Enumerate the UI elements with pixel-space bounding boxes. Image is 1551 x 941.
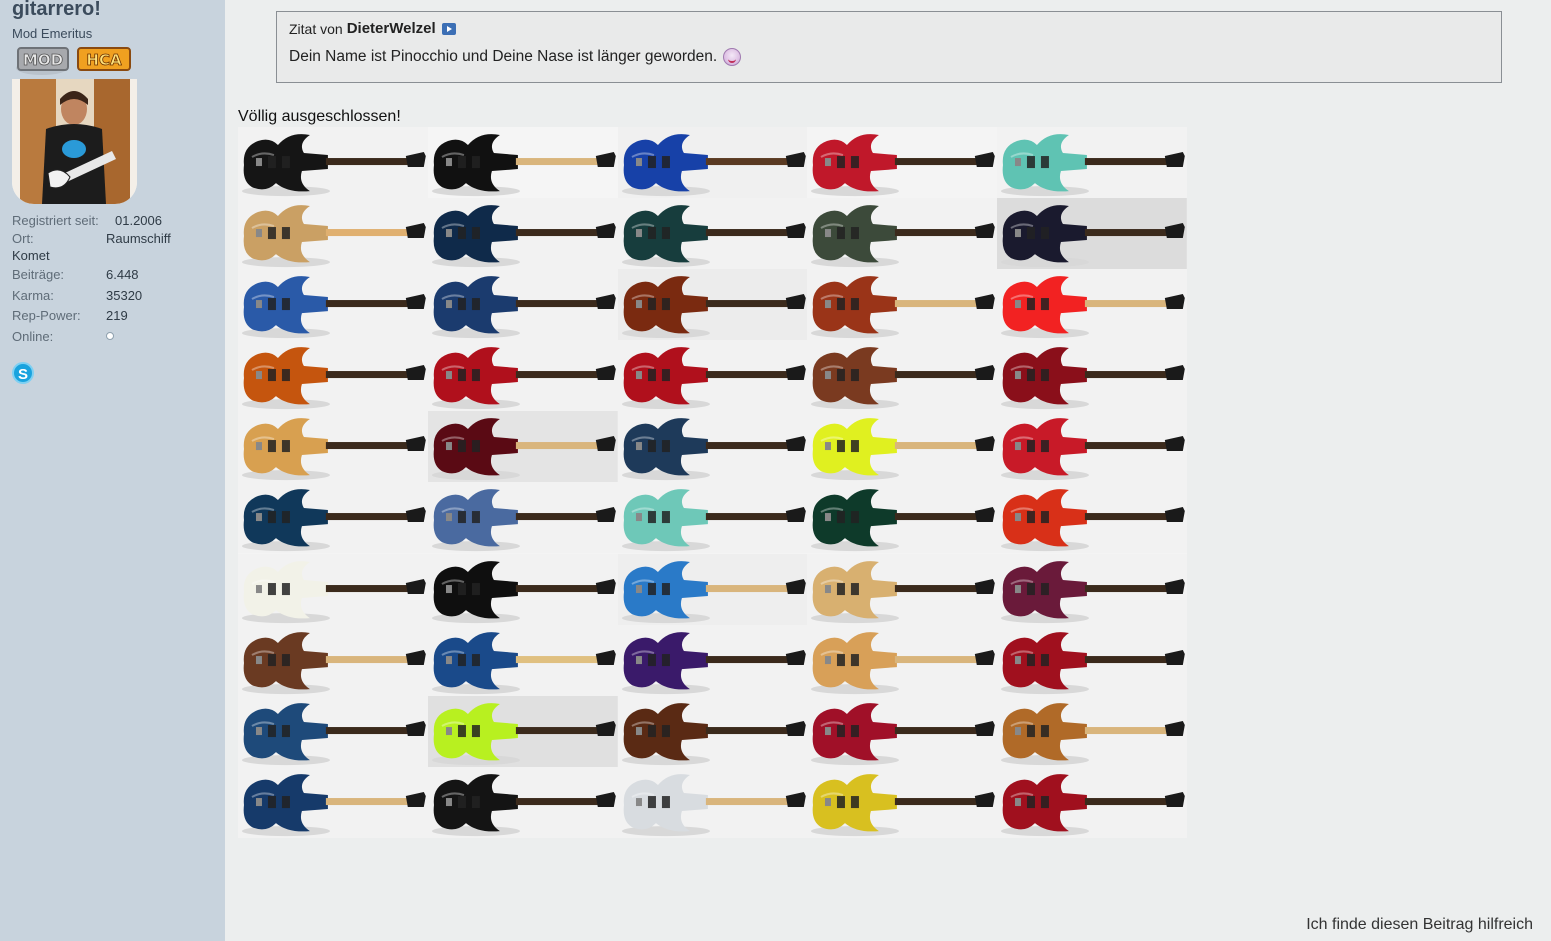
stat-label: Ort:	[12, 230, 34, 246]
guitar-photo	[617, 269, 808, 341]
guitar-photo	[238, 127, 428, 199]
stat-value: 219	[106, 308, 128, 324]
guitar-photo	[807, 411, 998, 483]
guitar-photo	[238, 766, 428, 838]
stat-karma: Karma: 35320	[12, 285, 212, 306]
guitar-photo	[807, 553, 998, 625]
guitar-photo	[617, 482, 808, 554]
guitar-photo	[807, 340, 998, 412]
stat-rep-power: Rep-Power: 219	[12, 306, 212, 327]
guitar-photo	[997, 127, 1187, 199]
guitar-photo	[997, 766, 1187, 838]
helpful-link[interactable]: Ich finde diesen Beitrag hilfreich	[1306, 916, 1533, 934]
guitar-photo	[427, 695, 618, 767]
guitar-photo	[617, 411, 808, 483]
guitar-photo	[617, 340, 808, 412]
guitar-photo	[427, 411, 618, 483]
tongue-smiley-icon	[723, 48, 742, 66]
quote-prefix: Zitat von	[289, 20, 343, 37]
guitar-photo	[997, 340, 1187, 412]
username-link[interactable]: gitarrero!	[12, 0, 101, 21]
user-stats: Registriert seit: 01.2006 Ort: Raumschif…	[12, 210, 212, 347]
guitar-photo	[238, 411, 428, 483]
stat-registered: Registriert seit: 01.2006	[12, 210, 212, 231]
guitar-photo	[238, 340, 428, 412]
guitar-photo	[238, 624, 428, 696]
guitar-photo	[617, 766, 808, 838]
avatar[interactable]	[12, 79, 137, 204]
user-title: Mod Emeritus	[12, 26, 93, 41]
guitar-photo	[238, 482, 428, 554]
stat-online: Online:	[12, 326, 212, 347]
stat-label: Rep-Power:	[12, 308, 81, 324]
post-message: Völlig ausgeschlossen!	[238, 108, 401, 125]
stat-value: 01.2006	[115, 212, 162, 228]
stat-value-continued: Komet	[12, 247, 50, 263]
guitar-photo	[238, 198, 428, 270]
guitar-photo	[807, 269, 998, 341]
guitar-photo	[997, 695, 1187, 767]
guitar-photo	[807, 198, 998, 270]
guitar-photo	[617, 127, 808, 199]
stat-label: Registriert seit:	[12, 212, 99, 228]
guitar-photo	[997, 553, 1187, 625]
hca-badge-text: HCA	[86, 51, 122, 69]
stat-value: 6.448	[106, 267, 139, 283]
guitar-photo	[427, 766, 618, 838]
offline-status-icon	[106, 332, 114, 341]
guitar-photo	[807, 624, 998, 696]
rank-badges: MOD HCA	[14, 44, 134, 76]
quote-header: Zitat von DieterWelzel	[289, 20, 456, 37]
user-sidebar: gitarrero! Mod Emeritus MOD HCA Registri…	[0, 0, 225, 941]
guitar-photo	[807, 127, 998, 199]
guitar-photo	[997, 198, 1187, 270]
stat-value: 35320	[106, 287, 143, 303]
guitar-photo	[427, 340, 618, 412]
guitar-photo	[807, 482, 998, 554]
guitar-photo	[427, 553, 618, 625]
quote-author: DieterWelzel	[346, 20, 436, 37]
guitar-photo	[997, 624, 1187, 696]
guitar-photo	[238, 695, 428, 767]
avatar-image	[12, 79, 137, 204]
stat-label: Karma:	[12, 287, 54, 303]
guitar-photo	[427, 127, 618, 199]
stat-label: Online:	[12, 328, 54, 344]
guitar-photo	[997, 411, 1187, 483]
guitar-photo	[238, 269, 428, 341]
skype-icon[interactable]: S	[12, 362, 34, 384]
guitar-photo	[807, 695, 998, 767]
guitar-photo	[617, 553, 808, 625]
guitar-photo	[427, 482, 618, 554]
quote-text-line: Dein Name ist Pinocchio und Deine Nase i…	[289, 48, 742, 66]
guitar-photo	[807, 766, 998, 838]
quote-text: Dein Name ist Pinocchio und Deine Nase i…	[289, 48, 718, 65]
stat-location: Ort: Raumschiff Komet	[12, 231, 212, 265]
stat-value: Raumschiff	[106, 230, 171, 246]
stat-label: Beiträge:	[12, 267, 65, 283]
guitar-photo	[427, 198, 618, 270]
guitar-photo	[427, 624, 618, 696]
guitar-photo	[617, 198, 808, 270]
guitar-photo	[617, 624, 808, 696]
guitar-photo	[238, 553, 428, 625]
guitar-photo	[617, 695, 808, 767]
guitar-photo	[997, 269, 1187, 341]
guitar-photo	[997, 482, 1187, 554]
rank-badge-images: MOD HCA	[16, 47, 131, 75]
mod-badge-text: MOD	[23, 51, 63, 69]
guitar-photo	[427, 269, 618, 341]
guitar-collage-image	[238, 127, 1187, 838]
view-post-icon[interactable]	[441, 22, 456, 35]
stat-posts: Beiträge: 6.448	[12, 265, 212, 286]
quote-box: Zitat von DieterWelzel Dein Name ist Pin…	[276, 11, 1502, 83]
